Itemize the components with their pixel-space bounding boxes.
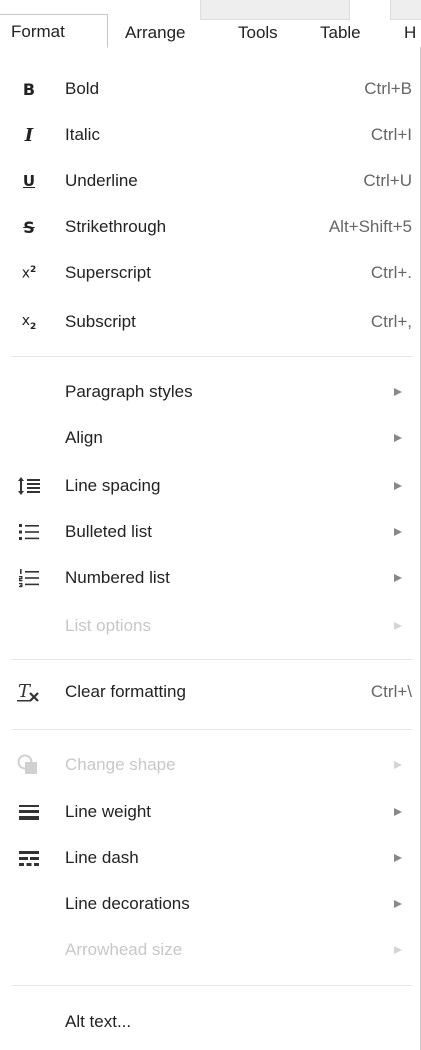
menu-item-line-dash[interactable]: Line dash bbox=[0, 838, 412, 878]
menu-item-label: Line decorations bbox=[65, 894, 190, 913]
menu-item-align[interactable]: Align bbox=[0, 418, 412, 458]
submenu-arrow-icon bbox=[394, 808, 402, 816]
menu-item-shortcut: Ctrl+, bbox=[370, 312, 412, 331]
menu-item-label: Bold bbox=[65, 79, 100, 98]
format-menu-dropdown: B Bold Ctrl+B I Italic Ctrl+I U Underlin… bbox=[0, 47, 421, 1050]
menu-item-clear-formatting[interactable]: T Clear formatting Ctrl+\ bbox=[0, 672, 412, 712]
menu-tools[interactable]: Tools bbox=[238, 20, 278, 48]
menu-item-label: Change shape bbox=[65, 755, 176, 774]
menu-table[interactable]: Table bbox=[320, 20, 361, 48]
menu-bar: Format Arrange Tools Table H bbox=[0, 0, 421, 48]
italic-icon: I bbox=[24, 124, 34, 146]
menu-item-italic[interactable]: I Italic Ctrl+I bbox=[0, 115, 412, 155]
numbered-list-icon bbox=[12, 558, 46, 598]
menu-item-list-options: List options bbox=[0, 606, 412, 646]
menu-item-line-decorations[interactable]: Line decorations bbox=[0, 884, 412, 924]
change-shape-icon bbox=[12, 745, 46, 785]
menu-item-paragraph-styles[interactable]: Paragraph styles bbox=[0, 372, 412, 412]
line-weight-icon bbox=[12, 792, 46, 832]
menu-item-label: Strikethrough bbox=[65, 217, 167, 236]
menu-item-label: Arrowhead size bbox=[65, 940, 183, 959]
menu-item-shortcut: Ctrl+B bbox=[364, 79, 412, 98]
menu-item-subscript[interactable]: x2 Subscript Ctrl+, bbox=[0, 302, 412, 342]
menu-item-label: Line weight bbox=[65, 802, 152, 821]
menu-item-label: Numbered list bbox=[65, 568, 170, 587]
submenu-arrow-icon bbox=[394, 434, 402, 442]
menu-item-shortcut: Ctrl+I bbox=[370, 125, 412, 144]
menu-item-label: Line spacing bbox=[65, 476, 161, 495]
menu-item-line-spacing[interactable]: Line spacing bbox=[0, 466, 412, 506]
menu-item-numbered-list[interactable]: Numbered list bbox=[0, 558, 412, 598]
menu-arrange[interactable]: Arrange bbox=[125, 20, 185, 48]
menu-item-arrowhead-size: Arrowhead size bbox=[0, 930, 412, 970]
menu-item-shortcut: Alt+Shift+5 bbox=[328, 217, 412, 236]
submenu-arrow-icon bbox=[394, 482, 402, 490]
submenu-arrow-icon bbox=[394, 528, 402, 536]
underline-icon: U bbox=[22, 172, 36, 190]
strikethrough-icon: S bbox=[23, 217, 35, 237]
menu-item-shortcut: Ctrl+. bbox=[370, 263, 412, 282]
menu-item-shortcut: Ctrl+U bbox=[363, 171, 412, 190]
bold-icon: B bbox=[22, 79, 36, 99]
menu-item-label: Clear formatting bbox=[65, 682, 186, 701]
bulleted-list-icon bbox=[12, 512, 46, 552]
clear-formatting-icon: T bbox=[12, 672, 46, 712]
menu-item-label: List options bbox=[65, 616, 151, 635]
menu-item-label: Align bbox=[65, 428, 103, 447]
menu-item-bulleted-list[interactable]: Bulleted list bbox=[0, 512, 412, 552]
menu-format[interactable]: Format bbox=[0, 14, 108, 48]
menu-item-label: Line dash bbox=[65, 848, 139, 867]
menu-item-alt-text[interactable]: Alt text... bbox=[0, 1002, 412, 1042]
svg-text:T: T bbox=[18, 681, 32, 702]
menu-item-shortcut: Ctrl+\ bbox=[370, 682, 412, 701]
menu-item-change-shape: Change shape bbox=[0, 745, 412, 785]
menu-divider bbox=[12, 729, 412, 730]
submenu-arrow-icon bbox=[394, 622, 402, 630]
submenu-arrow-icon bbox=[394, 946, 402, 954]
menu-item-label: Alt text... bbox=[65, 1012, 132, 1031]
submenu-arrow-icon bbox=[394, 854, 402, 862]
toolbar-fragment bbox=[200, 0, 350, 20]
menu-item-strikethrough[interactable]: S Strikethrough Alt+Shift+5 bbox=[0, 207, 412, 247]
superscript-icon: x2 bbox=[21, 264, 37, 282]
menu-divider bbox=[12, 985, 412, 986]
toolbar-fragment bbox=[390, 0, 421, 20]
subscript-icon: x2 bbox=[21, 312, 37, 332]
menu-item-line-weight[interactable]: Line weight bbox=[0, 792, 412, 832]
menu-item-underline[interactable]: U Underline Ctrl+U bbox=[0, 161, 412, 201]
line-spacing-icon bbox=[12, 466, 46, 506]
submenu-arrow-icon bbox=[394, 761, 402, 769]
menu-item-label: Superscript bbox=[65, 263, 151, 282]
menu-divider bbox=[12, 356, 412, 357]
menu-item-label: Bulleted list bbox=[65, 522, 152, 541]
line-dash-icon bbox=[12, 838, 46, 878]
menu-item-label: Paragraph styles bbox=[65, 382, 193, 401]
submenu-arrow-icon bbox=[394, 388, 402, 396]
menu-item-superscript[interactable]: x2 Superscript Ctrl+. bbox=[0, 253, 412, 293]
submenu-arrow-icon bbox=[394, 574, 402, 582]
submenu-arrow-icon bbox=[394, 900, 402, 908]
menu-item-label: Italic bbox=[65, 125, 100, 144]
menu-help[interactable]: H bbox=[404, 20, 416, 48]
menu-item-label: Subscript bbox=[65, 312, 136, 331]
menu-divider bbox=[12, 659, 412, 660]
menu-item-bold[interactable]: B Bold Ctrl+B bbox=[0, 69, 412, 109]
menu-item-label: Underline bbox=[65, 171, 138, 190]
app-root: Format Arrange Tools Table H B Bold Ctrl… bbox=[0, 0, 421, 1050]
